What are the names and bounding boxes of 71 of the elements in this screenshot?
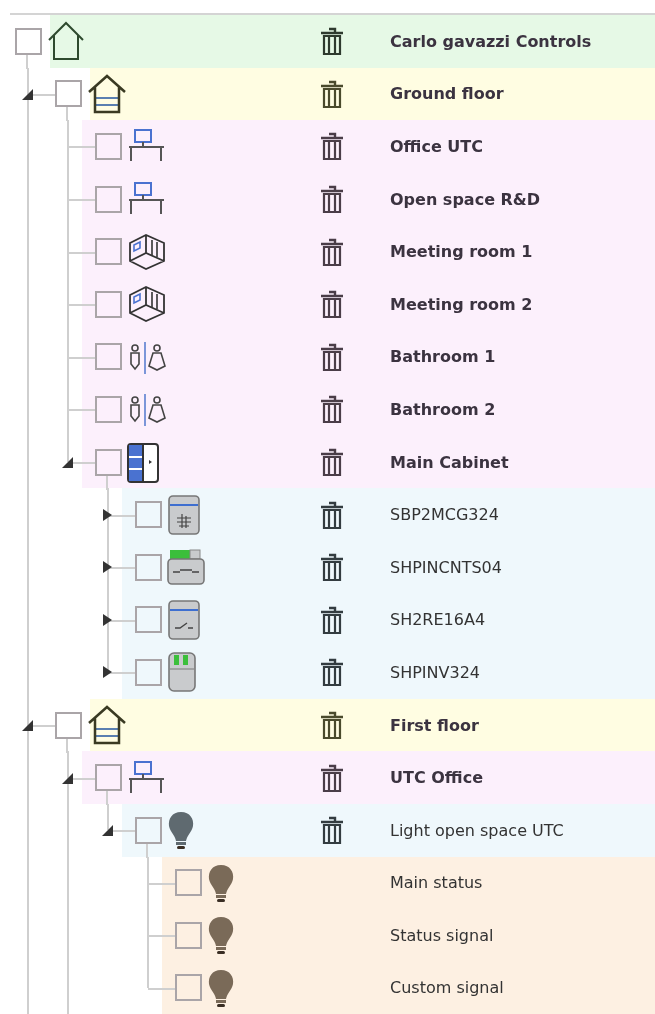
expand-toggle[interactable] [100, 665, 114, 680]
node-label: SH2RE16A4 [390, 610, 487, 630]
node-label: Main Cabinet [390, 452, 510, 472]
checkbox[interactable] [95, 343, 122, 371]
node-label: First floor [390, 715, 480, 735]
trash-icon[interactable] [320, 26, 344, 57]
trash-icon[interactable] [320, 341, 344, 372]
checkbox[interactable] [95, 448, 122, 476]
house-icon [46, 20, 86, 63]
node-label: Main status [390, 873, 484, 893]
trash-icon[interactable] [320, 762, 344, 793]
checkbox[interactable] [95, 395, 122, 423]
node-label: Ground floor [390, 84, 505, 104]
node-label: Office UTC [390, 137, 484, 156]
node-label: Meeting room 1 [390, 242, 534, 262]
node-label: Meeting room 2 [390, 294, 534, 314]
checkbox[interactable] [135, 501, 162, 529]
node-label: Custom signal [390, 978, 505, 998]
trash-icon[interactable] [320, 657, 344, 688]
checkbox[interactable] [135, 658, 162, 686]
trash-icon[interactable] [320, 815, 344, 846]
expand-toggle[interactable] [100, 823, 114, 838]
checkbox[interactable] [175, 974, 202, 1002]
node-label: Status signal [390, 925, 495, 945]
node-label: Light open space UTC [390, 820, 565, 840]
expand-toggle[interactable] [100, 507, 114, 522]
expand-toggle[interactable] [20, 718, 34, 732]
trash-icon[interactable] [320, 710, 344, 740]
checkbox[interactable] [95, 185, 122, 213]
light-bulb-icon [206, 914, 236, 957]
trash-icon[interactable] [320, 604, 344, 635]
checkbox[interactable] [95, 133, 122, 160]
trash-icon[interactable] [320, 394, 344, 425]
expand-toggle[interactable] [100, 612, 114, 627]
trash-icon[interactable] [320, 499, 344, 530]
checkbox[interactable] [15, 27, 42, 55]
checkbox[interactable] [95, 290, 122, 318]
checkbox[interactable] [135, 816, 162, 844]
trash-icon[interactable] [320, 184, 344, 215]
node-label: Bathroom 1 [390, 347, 497, 367]
trash-icon[interactable] [320, 236, 344, 267]
module-icon [166, 493, 200, 536]
trash-icon[interactable] [320, 131, 344, 162]
module-icon [166, 598, 200, 641]
node-label: Open space R&D [390, 189, 542, 209]
checkbox[interactable] [175, 921, 202, 949]
trash-icon[interactable] [320, 78, 344, 109]
checkbox[interactable] [175, 869, 202, 897]
checkbox[interactable] [95, 764, 122, 792]
cabinet-icon [126, 441, 160, 484]
module-icon [166, 651, 196, 694]
checkbox[interactable] [55, 80, 82, 108]
house-icon [86, 72, 128, 115]
trash-icon[interactable] [320, 552, 344, 583]
expand-toggle[interactable] [100, 560, 114, 575]
node-label: SBP2MCG324 [390, 505, 500, 525]
expand-toggle[interactable] [60, 455, 74, 470]
trash-icon[interactable] [320, 289, 344, 320]
checkbox[interactable] [55, 711, 82, 739]
checkbox[interactable] [95, 238, 122, 266]
node-label: SHPINV324 [390, 662, 481, 682]
light-bulb-icon [166, 809, 196, 852]
node-label: Carlo gavazzi Controls [390, 31, 593, 51]
checkbox[interactable] [135, 553, 162, 581]
trash-icon[interactable] [320, 447, 344, 478]
node-label: Bathroom 2 [390, 399, 497, 419]
house-icon [86, 704, 128, 746]
light-bulb-icon [206, 967, 236, 1009]
node-label: UTC Office [390, 768, 484, 788]
node-label: SHPINCNTS04 [390, 557, 503, 577]
checkbox[interactable] [135, 606, 162, 634]
